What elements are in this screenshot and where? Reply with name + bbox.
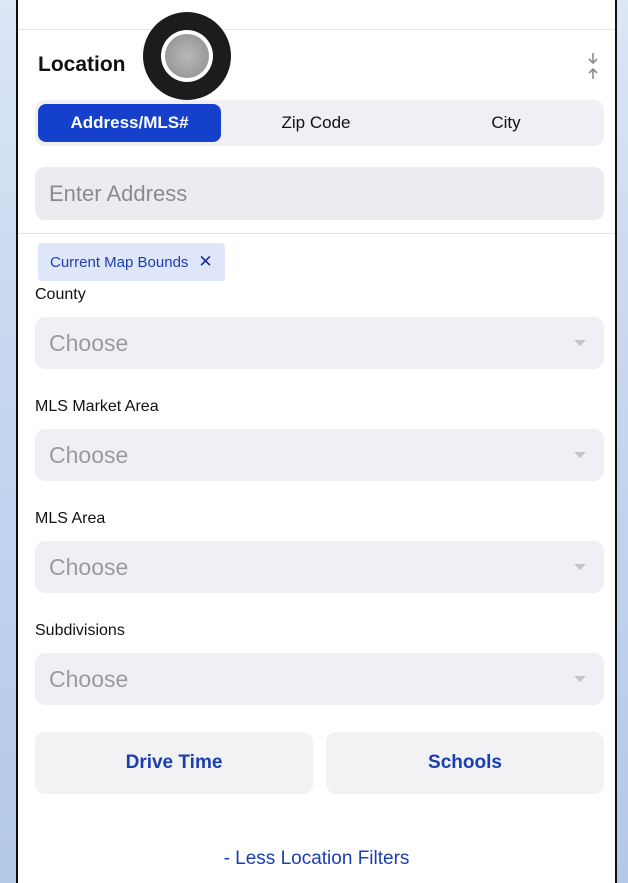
mls-market-area-label: MLS Market Area (35, 398, 159, 415)
touch-cursor-indicator (143, 12, 231, 100)
chevron-down-icon (574, 564, 586, 570)
county-select[interactable]: Choose (35, 317, 604, 369)
county-label: County (35, 286, 86, 303)
chevron-down-icon (574, 340, 586, 346)
tab-zip-code[interactable]: Zip Code (221, 104, 411, 142)
subdivisions-select[interactable]: Choose (35, 653, 604, 705)
mls-market-area-select[interactable]: Choose (35, 429, 604, 481)
mls-area-select-value: Choose (49, 553, 129, 580)
county-select-value: Choose (49, 329, 129, 356)
subdivisions-select-value: Choose (49, 665, 129, 692)
chevron-down-icon (574, 452, 586, 458)
location-type-segmented-control: Address/MLS# Zip Code City (35, 100, 604, 146)
subdivisions-label: Subdivisions (35, 622, 125, 639)
less-location-filters-link[interactable]: - Less Location Filters (18, 848, 615, 870)
chip-label: Current Map Bounds (50, 253, 189, 271)
location-title: Location (38, 53, 126, 76)
close-icon[interactable]: ✕ (198, 252, 212, 272)
location-filter-panel: Location Address/MLS# Zip Code City Curr… (16, 0, 617, 883)
schools-button[interactable]: Schools (326, 732, 604, 794)
mls-market-area-select-value: Choose (49, 441, 129, 468)
top-divider (18, 29, 615, 30)
mls-area-label: MLS Area (35, 510, 106, 527)
chevron-down-icon (574, 676, 586, 682)
tab-address-mls[interactable]: Address/MLS# (38, 104, 221, 142)
collapse-arrows-icon[interactable] (585, 50, 601, 82)
current-map-bounds-chip: Current Map Bounds ✕ (38, 243, 225, 281)
tab-city[interactable]: City (411, 104, 601, 142)
section-divider (18, 233, 615, 234)
address-input[interactable] (35, 167, 604, 220)
mls-area-select[interactable]: Choose (35, 541, 604, 593)
drive-time-button[interactable]: Drive Time (35, 732, 313, 794)
